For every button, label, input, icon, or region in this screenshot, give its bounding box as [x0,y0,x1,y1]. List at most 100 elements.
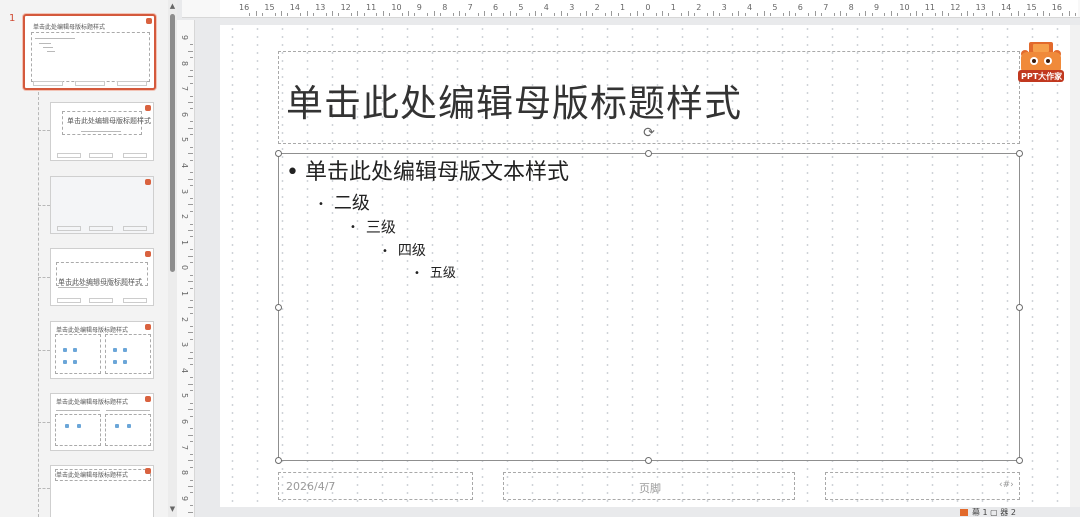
ruler-left-label: 9 [180,495,190,501]
thumbnail-layout-title-only[interactable]: 单击此处编辑母版标题样式 [50,465,154,517]
ruler-tick [188,102,193,103]
scroll-down-arrow[interactable]: ▼ [169,505,176,513]
ruler-top-label: 3 [569,3,575,12]
ruler-tick [706,13,708,16]
ruler-top-label: 6 [493,3,499,12]
thumbnail-master-slide[interactable]: 单击此处编辑母版标题样式 [23,14,156,90]
scrollbar-thumb[interactable] [170,14,175,272]
thumbnail-logo [145,396,151,402]
ruler-tick [382,11,384,16]
ruler-tick [484,11,486,16]
resize-handle-bottom[interactable] [645,457,652,464]
ruler-tick [325,13,327,16]
ruler-top-label: 4 [747,3,753,12]
ruler-tick [190,377,193,379]
text-level-4-label: 四级 [397,243,426,259]
thumbnail-text-line [56,410,100,411]
ruler-tick [490,13,492,16]
ruler-tick [350,13,352,16]
ruler-tick [731,13,733,16]
ruler-top-label: 1 [670,3,676,12]
ruler-tick [389,13,391,16]
resize-handle-top-right[interactable] [1016,150,1023,157]
slide-thumbnail-panel[interactable]: 1 单击此处编辑母版标题样式 单击此处编辑母版标题样式 单击此处编辑母版标题样式… [0,0,168,517]
ruler-tick [190,108,193,110]
ruler-left-label: 1 [180,290,190,297]
ruler-tick [190,505,193,507]
page-number-placeholder[interactable] [825,472,1020,500]
ruler-left-label: 4 [180,162,190,169]
ruler-tick [516,13,518,16]
thumbnail-scrollbar[interactable]: ▲ ▼ [168,0,177,517]
ruler-tick [566,13,568,16]
ruler-tick [966,11,968,16]
status-app-icon [960,509,968,516]
resize-handle-top-left[interactable] [275,150,282,157]
ruler-top-label: 15 [1026,3,1037,12]
ruler-tick [281,11,283,16]
ruler-left-label: 3 [180,342,190,348]
canvas-scrollbar[interactable] [1070,25,1080,507]
ruler-tick [465,13,467,16]
rotate-handle-icon[interactable]: ⟳ [640,124,658,142]
ruler-tick [757,13,759,16]
ruler-tick [795,13,797,16]
ruler-tick [560,11,562,16]
ruler-tick [897,13,899,16]
thumbnail-title-box [55,469,151,481]
thumbnail-layout-comparison[interactable]: 单击此处编辑母版标题样式 [50,393,154,451]
ruler-top-label: 12 [340,3,351,12]
ruler-left-label: 1 [180,239,190,245]
ruler-tick [712,11,714,16]
ruler-top-label: 5 [518,3,524,12]
resize-handle-bottom-left[interactable] [275,457,282,464]
thumbnail-logo [145,324,151,330]
ruler-tick [458,11,460,16]
ruler-tick [190,441,193,443]
resize-handle-bottom-right[interactable] [1016,457,1023,464]
resize-handle-top[interactable] [645,150,652,157]
ruler-tick [884,13,886,16]
ruler-tick [363,13,365,16]
text-level-1[interactable]: • 单击此处编辑母版文本样式 [286,154,569,186]
ruler-tick [916,11,918,16]
text-level-5[interactable]: • 五级 [414,262,456,281]
thumbnail-footer-box [33,81,63,86]
ruler-tick [190,57,193,59]
ruler-tick [452,13,454,16]
ruler-tick [300,13,302,16]
ruler-top-label: 9 [416,3,422,12]
text-level-4[interactable]: • 四级 [382,240,426,260]
thumbnail-footer-box [123,226,147,231]
ruler-tick [528,13,530,16]
thumbnail-layout-two-content[interactable]: 单击此处编辑母版标题样式 [50,321,154,379]
thumbnail-footer-box [89,153,113,158]
ruler-tick [190,390,193,391]
ruler-tick [338,13,340,16]
ruler-top-label: 11 [366,3,377,12]
ruler-tick [190,428,193,430]
bullet-icon: • [382,245,388,257]
thumbnail-logo [145,468,151,474]
ppt-logo-icon[interactable]: PPT大作家 [1015,40,1067,86]
ruler-tick [188,76,193,78]
text-level-2[interactable]: • 二级 [318,189,370,215]
body-placeholder[interactable] [278,153,1020,461]
ruler-top-label: 0 [645,3,651,12]
thumbnail-layout-section[interactable]: 单击此处编辑母版标题样式 [50,248,154,306]
resize-handle-right[interactable] [1016,304,1023,311]
ruler-top-label: 16 [239,3,250,12]
thumbnail-content-box [105,414,151,446]
ruler-top-label: 3 [721,3,727,12]
ruler-tick [871,13,873,16]
thumbnail-layout-title[interactable]: 单击此处编辑母版标题样式 [50,102,154,161]
ruler-tick [190,364,193,366]
scroll-up-arrow[interactable]: ▲ [169,2,176,10]
text-level-3[interactable]: • 三级 [350,216,396,237]
resize-handle-left[interactable] [275,304,282,311]
layout-tree-line [38,92,39,517]
thumbnail-layout-blank[interactable] [50,176,154,234]
thumbnail-body-box [31,32,150,82]
ruler-tick [357,11,359,16]
slide-title[interactable]: 单击此处编辑母版标题样式 [286,73,742,127]
